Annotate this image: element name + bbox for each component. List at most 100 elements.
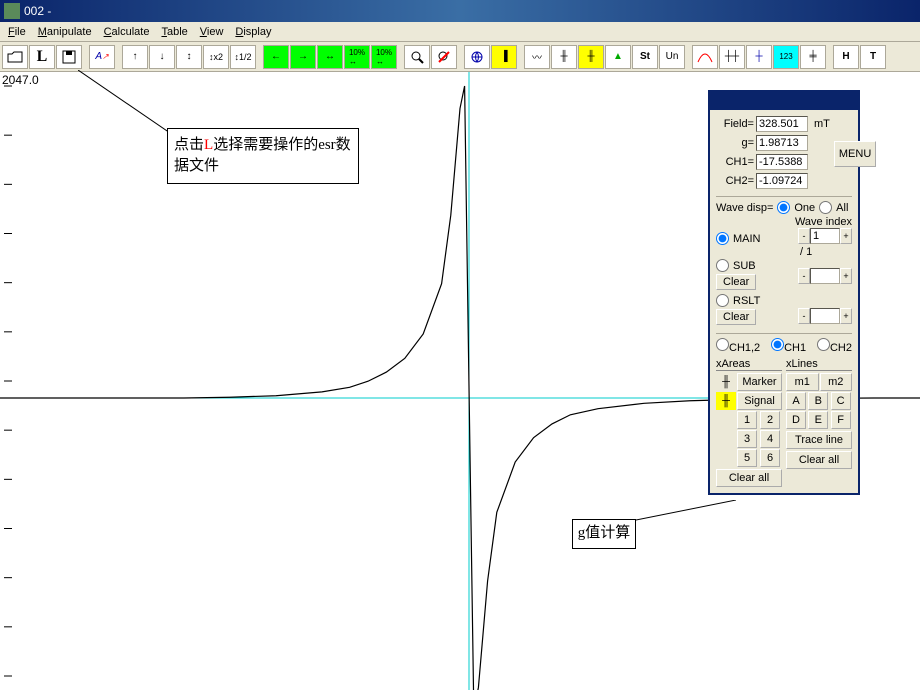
menu-button[interactable]: MENU: [834, 141, 876, 167]
line-d[interactable]: D: [786, 411, 806, 429]
scale-10pct-in-button[interactable]: 10%↔: [344, 45, 370, 69]
callout2-leader: [636, 500, 736, 540]
radio-rslt[interactable]: [716, 294, 729, 307]
radio-ch2[interactable]: [817, 338, 830, 351]
g-input[interactable]: [756, 135, 808, 151]
cross2-button[interactable]: ┼: [746, 45, 772, 69]
area-1[interactable]: 1: [737, 411, 757, 429]
callout-gvalue: g值计算: [572, 519, 636, 549]
radio-ch1[interactable]: [771, 338, 784, 351]
ch2-input[interactable]: [756, 173, 808, 189]
callout-load: 点击L选择需要操作的esr数据文件: [167, 128, 359, 184]
arrow-up-down-button[interactable]: ↕: [176, 45, 202, 69]
window-title: 002 -: [24, 4, 51, 18]
marker1-button[interactable]: ╫: [551, 45, 577, 69]
field-label: Field=: [716, 118, 754, 130]
m2-button[interactable]: m2: [820, 373, 853, 391]
line-f[interactable]: F: [831, 411, 851, 429]
callout1-leader: [78, 70, 173, 135]
arrow-down-button[interactable]: ↓: [149, 45, 175, 69]
area-2[interactable]: 2: [760, 411, 780, 429]
rslt-idx-input[interactable]: [810, 308, 840, 324]
peak-button[interactable]: ▲: [605, 45, 631, 69]
g-label: g=: [716, 137, 754, 149]
radio-sub[interactable]: [716, 259, 729, 272]
menu-manipulate[interactable]: Manipulate: [32, 24, 98, 40]
rslt-inc[interactable]: +: [840, 308, 852, 324]
trace-line-button[interactable]: Trace line: [786, 431, 852, 449]
menu-view[interactable]: View: [194, 24, 230, 40]
clear-all-lines[interactable]: Clear all: [786, 451, 852, 469]
scale-10pct-out-button[interactable]: 10%↔: [371, 45, 397, 69]
arrow-up-button[interactable]: ↑: [122, 45, 148, 69]
wave-button[interactable]: 〰: [524, 45, 550, 69]
ch2-label: CH2=: [716, 175, 754, 187]
line-c[interactable]: C: [831, 392, 851, 410]
arrow-right-button[interactable]: →: [290, 45, 316, 69]
font-button[interactable]: A↗: [89, 45, 115, 69]
field-unit: mT: [814, 118, 830, 130]
scale-half-button[interactable]: ↕1/2: [230, 45, 256, 69]
zoom-off-button[interactable]: [431, 45, 457, 69]
area-3[interactable]: 3: [737, 430, 757, 448]
app-icon: [4, 3, 20, 19]
zoom-button[interactable]: [404, 45, 430, 69]
line-e[interactable]: E: [808, 411, 828, 429]
rslt-dec[interactable]: -: [798, 308, 810, 324]
line-a[interactable]: A: [786, 392, 806, 410]
scale-x2-button[interactable]: ↕x2: [203, 45, 229, 69]
arrow-left-button[interactable]: ←: [263, 45, 289, 69]
ch1-label: CH1=: [716, 156, 754, 168]
menu-file[interactable]: File: [2, 24, 32, 40]
radio-ch12[interactable]: [716, 338, 729, 351]
clear-rslt-button[interactable]: Clear: [716, 309, 756, 325]
clear-sub-button[interactable]: Clear: [716, 274, 756, 290]
radio-one[interactable]: [777, 201, 790, 214]
clear-all-areas[interactable]: Clear all: [716, 469, 782, 487]
load-l-button[interactable]: L: [29, 45, 55, 69]
radio-main[interactable]: [716, 232, 729, 245]
toolbar: L A↗ ↑ ↓ ↕ ↕x2 ↕1/2 ← → ↔ 10%↔ 10%↔ ▐ 〰 …: [0, 42, 920, 72]
ch1-input[interactable]: [756, 154, 808, 170]
main-inc[interactable]: +: [840, 228, 852, 244]
menu-table[interactable]: Table: [155, 24, 193, 40]
sub-idx-input[interactable]: [810, 268, 840, 284]
main-idx-input[interactable]: [810, 228, 840, 244]
h-button[interactable]: H: [833, 45, 859, 69]
sub-dec[interactable]: -: [798, 268, 810, 284]
marker2-button[interactable]: ╫: [578, 45, 604, 69]
marker-button[interactable]: Marker: [737, 373, 782, 391]
save-button[interactable]: [56, 45, 82, 69]
radio-all[interactable]: [819, 201, 832, 214]
area-4[interactable]: 4: [760, 430, 780, 448]
main-dec[interactable]: -: [798, 228, 810, 244]
xareas-label: xAreas: [716, 358, 782, 371]
cross1-button[interactable]: ┼┼: [719, 45, 745, 69]
area-6[interactable]: 6: [760, 449, 780, 467]
area-5[interactable]: 5: [737, 449, 757, 467]
signal-button[interactable]: Signal: [737, 392, 782, 410]
marker-icon: ╫: [716, 373, 736, 391]
menubar: File Manipulate Calculate Table View Dis…: [0, 22, 920, 42]
wave-index-label: Wave index: [716, 216, 852, 228]
st-button[interactable]: St: [632, 45, 658, 69]
t-button[interactable]: T: [860, 45, 886, 69]
menu-calculate[interactable]: Calculate: [98, 24, 156, 40]
sub-inc[interactable]: +: [840, 268, 852, 284]
open-button[interactable]: [2, 45, 28, 69]
titlebar: 002 -: [0, 0, 920, 22]
m1-button[interactable]: m1: [786, 373, 819, 391]
wave-disp-row: Wave disp= One All: [716, 201, 852, 214]
cross3-button[interactable]: ╪: [800, 45, 826, 69]
menu-display[interactable]: Display: [229, 24, 277, 40]
globe-button[interactable]: [464, 45, 490, 69]
un-button[interactable]: Un: [659, 45, 685, 69]
field-input[interactable]: [756, 116, 808, 132]
gauss-button[interactable]: [692, 45, 718, 69]
yellow-marker-button[interactable]: ▐: [491, 45, 517, 69]
xlines-label: xLines: [786, 358, 852, 371]
signal-icon: ╫: [716, 392, 736, 410]
line-b[interactable]: B: [808, 392, 828, 410]
n123-button[interactable]: 123: [773, 45, 799, 69]
arrow-lr-button[interactable]: ↔: [317, 45, 343, 69]
